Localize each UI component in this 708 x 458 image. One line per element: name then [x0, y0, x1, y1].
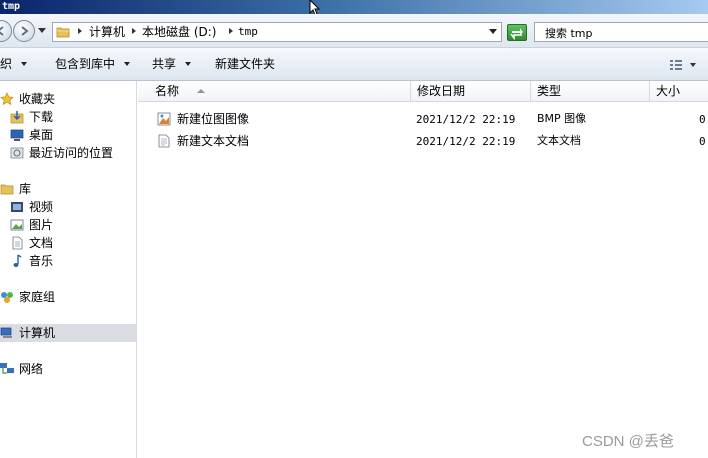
sidebar-item-downloads[interactable]: 下载: [0, 108, 137, 126]
sidebar-label: 下载: [29, 110, 54, 124]
sidebar-label: 家庭组: [19, 290, 56, 304]
watermark: CSDN @丢爸: [582, 433, 674, 450]
sidebar-item-music[interactable]: 音乐: [0, 252, 137, 270]
forward-button[interactable]: [13, 20, 35, 42]
sidebar-label: 桌面: [29, 128, 54, 142]
desktop-icon: [10, 129, 24, 141]
sort-ascending-icon: [197, 89, 205, 93]
folder-icon: [56, 27, 70, 38]
sidebar-label: 图片: [29, 218, 54, 232]
file-type: BMP 图像: [537, 112, 587, 125]
sidebar-label: 收藏夹: [19, 92, 56, 106]
new-folder-label: 新建文件夹: [215, 57, 276, 71]
homegroup-icon: [1, 292, 13, 303]
column-label: 类型: [537, 84, 562, 98]
breadcrumb-computer[interactable]: 计算机: [89, 25, 125, 39]
sidebar-item-favorites[interactable]: 收藏夹: [0, 90, 137, 108]
pictures-icon: [10, 219, 24, 231]
address-row: 计算机 本地磁盘 (D:) tmp 搜索 tmp: [0, 14, 708, 48]
sidebar-label: 文档: [29, 236, 54, 250]
search-placeholder: 搜索 tmp: [545, 27, 593, 40]
breadcrumb-separator-icon[interactable]: [78, 28, 82, 34]
sidebar-label: 网络: [19, 362, 44, 376]
sidebar-label: 视频: [29, 200, 54, 214]
chevron-down-icon: [21, 62, 28, 66]
refresh-button[interactable]: [507, 24, 527, 41]
command-bar: 组织 包含到库中 共享 新建文件夹: [0, 48, 708, 81]
recent-places-icon: [10, 147, 24, 159]
file-row[interactable]: 新建文本文档 2021/12/2 22:19 文本文档 0: [150, 131, 708, 151]
include-in-library-button[interactable]: 包含到库中: [55, 57, 131, 71]
column-header-date[interactable]: 修改日期: [411, 81, 531, 102]
sidebar-item-network[interactable]: 网络: [0, 360, 137, 378]
file-size: 0: [699, 113, 706, 126]
file-name: 新建位图图像: [177, 112, 250, 126]
breadcrumb-tmp[interactable]: tmp: [238, 25, 258, 39]
text-document-icon: [158, 134, 170, 148]
sidebar-label: 音乐: [29, 254, 54, 268]
column-header-type[interactable]: 类型: [531, 81, 650, 102]
chevron-down-icon: [185, 62, 192, 66]
title-bar[interactable]: tmp: [0, 0, 708, 14]
column-header-bar: 名称 修改日期 类型 大小: [138, 81, 708, 102]
address-bar[interactable]: 计算机 本地磁盘 (D:) tmp: [52, 22, 502, 42]
sidebar-item-computer[interactable]: 计算机: [0, 324, 137, 342]
column-label: 修改日期: [417, 84, 466, 98]
download-folder-icon: [10, 111, 24, 124]
star-icon: [0, 92, 14, 106]
recent-pages-dropdown-icon[interactable]: [38, 28, 46, 34]
computer-icon: [0, 327, 12, 338]
include-in-library-label: 包含到库中: [55, 57, 116, 71]
column-label: 大小: [656, 84, 681, 98]
file-type: 文本文档: [537, 134, 581, 147]
address-history-dropdown-icon[interactable]: [489, 29, 497, 34]
column-label: 名称: [155, 84, 180, 98]
file-row[interactable]: 新建位图图像 2021/12/2 22:19 BMP 图像 0: [150, 109, 708, 129]
back-button[interactable]: [0, 20, 12, 42]
share-button[interactable]: 共享: [152, 57, 192, 71]
bitmap-image-icon: [157, 112, 171, 126]
share-label: 共享: [152, 57, 177, 71]
sidebar-label: 库: [19, 182, 32, 196]
file-date: 2021/12/2 22:19: [416, 135, 516, 148]
sidebar-item-desktop[interactable]: 桌面: [0, 126, 137, 144]
window-title: tmp: [2, 1, 21, 12]
organize-label: 组织: [0, 57, 13, 71]
file-name: 新建文本文档: [177, 134, 250, 148]
arrow-left-icon: [0, 26, 4, 36]
music-note-icon: [13, 254, 22, 267]
sidebar-item-documents[interactable]: 文档: [0, 234, 137, 252]
sidebar-item-libraries[interactable]: 库: [0, 180, 137, 198]
documents-icon: [12, 236, 23, 250]
library-folder-icon: [0, 184, 14, 195]
breadcrumb-separator-icon[interactable]: [229, 28, 233, 34]
new-folder-button[interactable]: 新建文件夹: [215, 57, 275, 71]
column-header-size[interactable]: 大小: [650, 81, 708, 102]
sidebar-item-homegroup[interactable]: 家庭组: [0, 288, 137, 306]
refresh-icon: [510, 28, 523, 41]
sidebar-item-videos[interactable]: 视频: [0, 198, 137, 216]
view-options-icon[interactable]: [668, 58, 708, 72]
search-input[interactable]: 搜索 tmp: [534, 22, 708, 42]
sidebar-item-recent-places[interactable]: 最近访问的位置: [0, 144, 137, 162]
navigation-pane: 收藏夹 下载 桌面 最近访问的位置 库 视频 图片 文档 音乐 家庭组 计算机: [0, 81, 137, 458]
breadcrumb-separator-icon[interactable]: [132, 28, 136, 34]
chevron-down-icon: [124, 62, 131, 66]
arrow-right-icon: [21, 26, 29, 36]
sidebar-label: 计算机: [19, 326, 56, 340]
file-size: 0: [699, 135, 706, 148]
video-icon: [11, 202, 23, 212]
file-date: 2021/12/2 22:19: [416, 113, 516, 126]
network-icon: [0, 363, 14, 374]
breadcrumb-local-disk[interactable]: 本地磁盘 (D:): [142, 25, 216, 39]
column-header-name[interactable]: 名称: [149, 81, 411, 102]
sidebar-label: 最近访问的位置: [29, 146, 114, 160]
sidebar-item-pictures[interactable]: 图片: [0, 216, 137, 234]
organize-button[interactable]: 组织: [0, 57, 28, 71]
